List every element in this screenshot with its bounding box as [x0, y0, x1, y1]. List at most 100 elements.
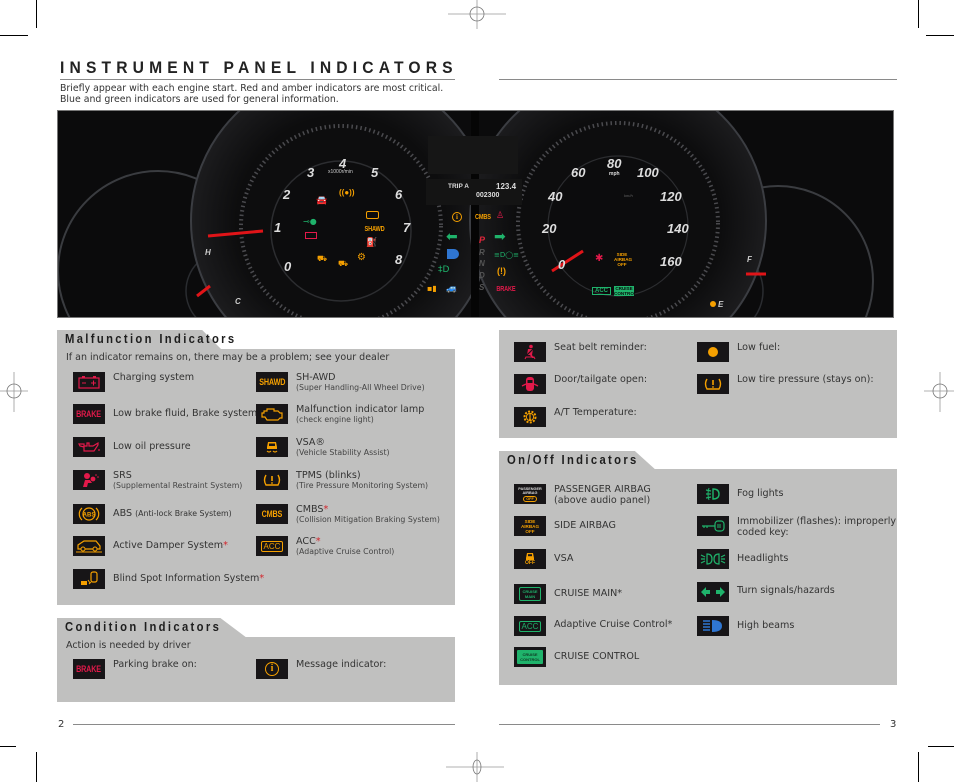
high-beam-icon [447, 249, 459, 259]
vsa-off-icon: OFF [514, 549, 546, 569]
speed-unit-label: mph [609, 171, 620, 177]
title-rule [60, 79, 455, 80]
speed-tick-label: 0 [558, 257, 566, 272]
item-label: Blind Spot Information System* [113, 573, 265, 584]
item-label: TPMS (blinks) (Tire Pressure Monitoring S… [296, 470, 429, 490]
condition-heading: Condition Indicators [65, 620, 222, 634]
at-temperature-icon: ⚙ [357, 252, 366, 263]
speed-tick-label: 160 [660, 254, 682, 269]
item-label: SH-AWD (Super Handling-All Wheel Drive) [296, 372, 425, 392]
oil-pressure-icon: ⛽ [366, 238, 378, 248]
headlights-icon: ≡D◯≡ [494, 251, 519, 259]
srs-airbag-icon [73, 470, 105, 490]
speed-tick-label: 120 [660, 189, 682, 204]
list-item: ACC Adaptive Cruise Control* [514, 616, 672, 636]
fog-light-icon: ‡D [438, 265, 450, 275]
seat-belt-icon: ♙ [496, 211, 505, 221]
high-beam-icon [697, 616, 729, 636]
item-label: Message indicator: [296, 659, 387, 670]
list-item: BRAKE Parking brake on: [73, 659, 197, 679]
turn-left-icon: ⬅ [446, 229, 458, 245]
tpms-icon: (!) [497, 266, 506, 276]
odometer-value: 002300 [476, 192, 500, 199]
cmbs-icon: CMBS [256, 504, 288, 524]
list-item: TPMS (blinks) (Tire Pressure Monitoring S… [256, 470, 428, 491]
parking-brake-icon: ((●)) [339, 188, 355, 197]
temp-cold-label: C [235, 297, 241, 306]
item-label: CRUISE MAIN* [554, 588, 623, 599]
item-label: A/T Temperature: [554, 407, 637, 418]
list-item: CRUISE MAIN CRUISE MAIN* [514, 584, 622, 604]
speed-tick-label: 140 [667, 221, 689, 236]
item-label: Active Damper System* [113, 540, 228, 551]
crop-mark [928, 746, 954, 747]
list-item: CMBS CMBS* (Collision Mitigation Braking … [256, 504, 440, 525]
shawd-icon: SHAWD [256, 372, 288, 392]
fog-light-icon [697, 484, 729, 504]
tach-tick-label: 3 [307, 165, 315, 180]
immobilizer-key-icon: ⊸● [303, 217, 317, 226]
trip-value: 123.4 [496, 182, 517, 191]
check-engine-icon [366, 211, 379, 219]
brake-text-icon: BRAKE [73, 404, 105, 424]
list-item: Headlights [697, 549, 788, 569]
item-label: Fog lights [737, 488, 784, 499]
item-label: VSA [554, 553, 574, 564]
item-label: Immobilizer (flashes): improperly coded k… [737, 516, 897, 538]
side-airbag-off-icon: SIDE AIRBAG OFF [514, 516, 546, 536]
acc-icon: ACC [256, 536, 288, 556]
tach-tick-label: 0 [284, 259, 292, 274]
tach-unit-label: x1000r/min [328, 169, 353, 175]
list-item: Low fuel: [697, 342, 780, 362]
speed-tick-label: 60 [571, 165, 586, 180]
battery-icon [73, 372, 105, 392]
registration-mark-top [448, 0, 506, 29]
item-label: ACC* (Adaptive Cruise Control) [296, 536, 395, 556]
list-item: Low oil pressure [73, 437, 191, 457]
tach-tick-label: 1 [274, 220, 282, 235]
gear-s: S [479, 283, 485, 292]
vsa-off-icon: ⛟ [338, 259, 349, 268]
gear-n: N [479, 259, 485, 268]
active-damper-icon: 🚙 [446, 284, 458, 294]
tach-tick-label: 7 [403, 220, 411, 235]
onoff-heading: On/Off Indicators [507, 453, 639, 467]
low-fuel-icon [697, 342, 729, 362]
item-label: High beams [737, 620, 795, 631]
item-label: ABS (Anti-lock Brake System) [113, 508, 232, 519]
list-item: Malfunction indicator lamp (check engine … [256, 404, 424, 425]
list-item: Fog lights [697, 484, 783, 504]
tpms-icon [697, 374, 729, 394]
footer-rule-right [499, 724, 880, 725]
crop-mark [0, 746, 16, 747]
list-item: SRS (Supplemental Restraint System) [73, 470, 242, 491]
battery-icon [305, 232, 317, 239]
check-engine-icon [256, 404, 288, 424]
item-label: CMBS* (Collision Mitigation Braking Syste… [296, 504, 440, 524]
item-label: Turn signals/hazards [737, 585, 835, 596]
item-label: Adaptive Cruise Control* [554, 619, 673, 630]
cruise-control-indicator: CRUISE CONTROL [614, 286, 637, 296]
list-item: Blind Spot Information System* [73, 569, 264, 589]
speed-tick-label: 80 [607, 156, 622, 171]
item-label: Door/tailgate open: [554, 374, 648, 385]
speed-tick-label: 20 [542, 221, 557, 236]
crop-mark [918, 0, 919, 28]
svg-text:ABS: ABS [83, 513, 96, 519]
list-item: Active Damper System* [73, 536, 228, 556]
list-item: PASSENGER AIRBAG OFF PASSENGER AIRBAG (abo… [514, 484, 651, 506]
malfunction-note: If an indicator remains on, there may be… [66, 352, 390, 363]
oil-can-icon [73, 437, 105, 457]
blind-spot-icon [73, 569, 105, 589]
item-label: Low fuel: [737, 342, 781, 353]
item-label: CRUISE CONTROL [554, 651, 640, 662]
gear-p: P [479, 235, 486, 245]
instrument-cluster-photo: 0 1 2 3 4 5 6 7 8 x1000r/min 🚘 ((●)) ⊸● … [57, 110, 894, 318]
shawd-indicator: SHAWD [364, 226, 385, 233]
crop-mark [36, 0, 37, 28]
seat-belt-icon [514, 342, 546, 362]
list-item: High beams [697, 616, 794, 636]
temp-hot-label: H [205, 248, 211, 257]
list-item: Charging system [73, 372, 194, 392]
gear-d: D [479, 271, 485, 280]
